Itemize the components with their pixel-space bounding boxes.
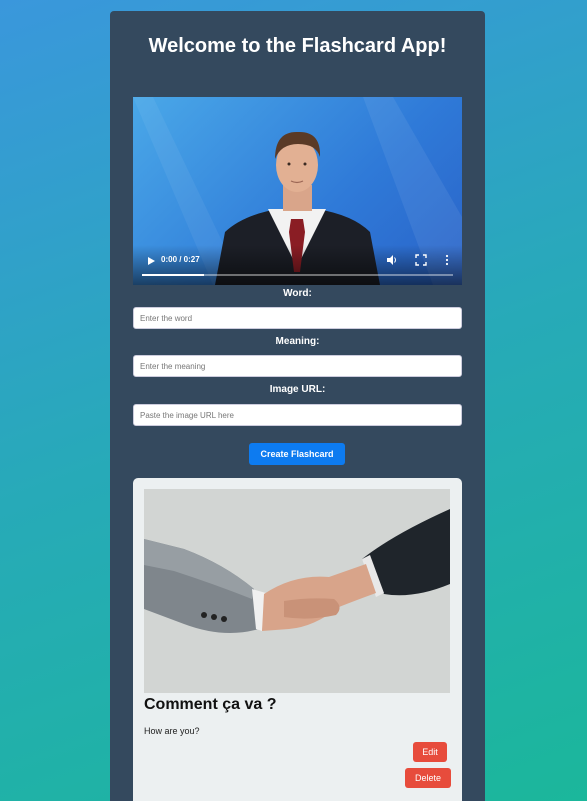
meaning-input[interactable] xyxy=(133,355,462,377)
video-progress-track[interactable] xyxy=(142,274,453,276)
video-progress-fill xyxy=(142,274,205,276)
app-container: Welcome to the Flashcard App! 0:00 / 0:2… xyxy=(110,11,485,801)
flashcard: Comment ça va ? How are you? Edit Delete xyxy=(133,478,462,801)
edit-button[interactable]: Edit xyxy=(413,742,447,762)
volume-icon[interactable] xyxy=(386,254,398,266)
meaning-label: Meaning: xyxy=(275,336,320,347)
video-controls: 0:00 / 0:27 xyxy=(133,245,462,285)
create-flashcard-button[interactable]: Create Flashcard xyxy=(249,443,345,465)
image-url-label: Image URL: xyxy=(269,384,326,395)
video-time: 0:00 / 0:27 xyxy=(161,255,200,264)
flashcard-meaning: How are you? xyxy=(144,726,200,736)
play-icon[interactable] xyxy=(145,255,157,267)
word-input[interactable] xyxy=(133,307,462,329)
flashcard-word: Comment ça va ? xyxy=(144,696,277,713)
image-url-input[interactable] xyxy=(133,404,462,426)
flashcard-image-handshake xyxy=(144,489,450,693)
fullscreen-icon[interactable] xyxy=(415,254,427,266)
word-label: Word: xyxy=(283,288,312,299)
video-player[interactable]: 0:00 / 0:27 xyxy=(133,97,462,285)
more-vert-icon[interactable] xyxy=(444,254,450,266)
delete-button[interactable]: Delete xyxy=(405,768,451,788)
page-title: Welcome to the Flashcard App! xyxy=(148,35,447,57)
